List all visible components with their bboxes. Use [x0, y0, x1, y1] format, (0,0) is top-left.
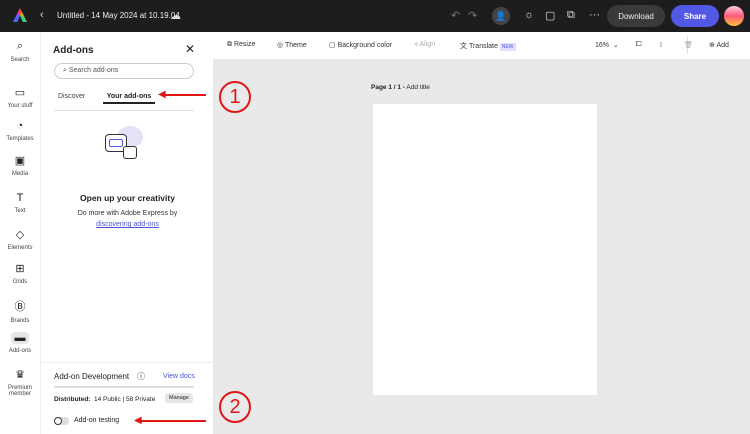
media-icon: ▣ [14, 155, 26, 167]
rail-item-templates[interactable]: ◔ Templates [0, 120, 40, 142]
undo-icon[interactable]: ↶ [451, 9, 460, 22]
background-color-button[interactable]: ▢ Background color [329, 41, 392, 49]
rail-item-grids[interactable]: ⊞ Grids [0, 262, 40, 285]
info-icon[interactable]: ⓘ [137, 371, 145, 382]
rail-item-label: Brands [10, 318, 30, 324]
search-icon: ⌕ [63, 67, 67, 74]
delete-icon[interactable]: 🗑 [684, 41, 693, 49]
background-color-icon: ▢ [329, 42, 336, 49]
left-rail: ⌕ Search ▭ Your stuff ◔ Templates ▣ Media T Text ◇… [0, 32, 40, 434]
rail-item-label: Your stuff [7, 103, 33, 109]
more-icon[interactable]: ··· [589, 9, 600, 21]
rail-item-elements[interactable]: ◇ Elements [0, 228, 40, 251]
distributed-value: 14 Public | 58 Private [94, 396, 156, 403]
templates-icon: ◔ [16, 120, 24, 132]
text-icon: T [16, 192, 24, 204]
rail-item-label: Premium member [7, 385, 32, 397]
rail-item-brands[interactable]: Ⓑ Brands [0, 298, 40, 324]
rail-item-search[interactable]: ⌕ Search [0, 40, 40, 63]
share-button[interactable]: Share [671, 5, 719, 27]
rail-item-label: Elements [7, 245, 33, 251]
tab-discover[interactable]: Discover [58, 93, 85, 100]
share-link-icon[interactable]: ⧉ [567, 9, 575, 22]
addon-testing-toggle[interactable] [54, 417, 69, 425]
add-title-button[interactable]: Add title [406, 84, 430, 91]
add-ons-icon: ▬ [11, 332, 29, 344]
distributed-label: Distributed: [54, 396, 91, 403]
rail-item-premium-member[interactable]: ♛ Premium member [0, 368, 40, 397]
page-header: Page 1 / 1 - Add title [371, 84, 430, 91]
avatar[interactable] [724, 6, 744, 26]
download-button[interactable]: Download [607, 5, 665, 27]
cloud-sync-icon: ☁ [170, 10, 181, 22]
rail-item-label: Grids [12, 279, 28, 285]
theme-icon: ◎ [277, 42, 284, 49]
translate-button[interactable]: 文 Translate NEW [460, 41, 516, 51]
lightbulb-icon[interactable]: ☼ [524, 9, 534, 21]
addons-panel: Add-ons ✕ ⌕ Search add-ons Discover Your… [40, 32, 214, 434]
manage-button[interactable]: Manage [165, 393, 193, 403]
top-bar: ‹ Untitled - 14 May 2024 at 10.19.04 ☁ ↶… [0, 0, 750, 32]
invite-icon[interactable]: 👤 [492, 7, 510, 25]
tab-your-addons[interactable]: Your add-ons [103, 93, 155, 104]
document-title[interactable]: Untitled - 14 May 2024 at 10.19.04 [57, 11, 180, 20]
annotation-arrow-1 [164, 94, 206, 96]
spacing-icon[interactable]: ⇕ [658, 41, 664, 49]
search-placeholder: Search add-ons [68, 67, 119, 74]
rail-item-text[interactable]: T Text [0, 192, 40, 214]
empty-text: Do more with Adobe Express by [77, 210, 178, 217]
resize-icon: ⧉ [227, 41, 232, 48]
annotation-marker-2: 2 [219, 391, 251, 423]
brands-icon: Ⓑ [14, 301, 26, 313]
back-icon[interactable]: ‹ [40, 9, 44, 21]
align-button[interactable]: ⫷ Align [414, 41, 435, 49]
add-icon: ⊕ [709, 42, 715, 49]
zoom-select[interactable]: 16% ⌄ [595, 41, 619, 49]
align-icon: ⫷ [414, 41, 418, 48]
add-button[interactable]: ⊕ Add [709, 41, 729, 49]
rail-item-add-ons[interactable]: ▬ Add-ons [0, 332, 40, 354]
close-icon[interactable]: ✕ [185, 42, 195, 56]
annotation-arrow-2 [140, 420, 206, 422]
rail-item-label: Add-ons [8, 348, 32, 354]
rail-item-label: Text [14, 208, 26, 214]
elements-icon: ◇ [15, 229, 25, 241]
addons-illustration-icon [103, 126, 145, 168]
resize-button[interactable]: ⧉ Resize [227, 41, 255, 49]
redo-icon[interactable]: ↷ [468, 9, 477, 22]
addon-testing-label: Add-on testing [74, 417, 120, 424]
theme-button[interactable]: ◎ Theme [277, 41, 307, 49]
search-input[interactable]: ⌕ Search add-ons [54, 63, 194, 79]
discover-addons-link[interactable]: discovering add-ons [41, 221, 214, 228]
rail-item-label: Search [10, 57, 30, 63]
translate-icon: 文 [460, 43, 467, 50]
comment-icon[interactable]: ▢ [545, 9, 555, 22]
your-stuff-icon: ▭ [14, 87, 26, 99]
rail-item-label: Media [11, 171, 29, 177]
rail-item-media[interactable]: ▣ Media [0, 154, 40, 177]
adobe-express-logo[interactable] [13, 8, 27, 22]
rail-item-label: Templates [6, 136, 34, 142]
toolbar: ⧉ Resize ◎ Theme ▢ Background color ⫷ Al… [213, 32, 750, 59]
view-docs-link[interactable]: View docs [163, 373, 195, 380]
empty-title: Open up your creativity [80, 193, 175, 203]
grids-icon: ⊞ [15, 263, 25, 275]
dev-title: Add-on Development [54, 372, 130, 381]
rail-item-your-stuff[interactable]: ▭ Your stuff [0, 86, 40, 109]
pages-icon[interactable]: ⧠ [636, 41, 642, 49]
new-badge: NEW [499, 43, 516, 51]
annotation-marker-1: 1 [219, 81, 251, 113]
premium-member-icon: ♛ [15, 369, 25, 381]
canvas-page[interactable] [373, 104, 597, 395]
search-icon: ⌕ [16, 40, 24, 52]
panel-title: Add-ons [53, 45, 94, 56]
page-label: Page 1 / 1 - [371, 84, 405, 91]
